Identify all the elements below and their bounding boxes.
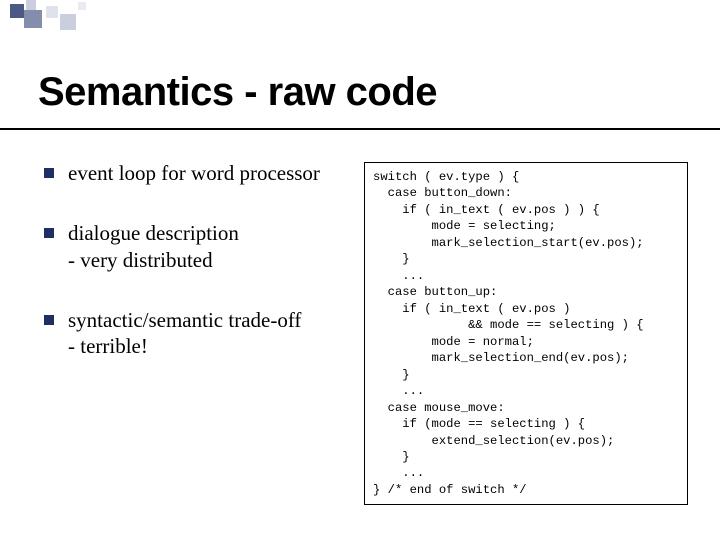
list-item: dialogue description- very distributed (44, 220, 354, 273)
bullet-icon (44, 315, 54, 325)
title-underline (0, 128, 720, 130)
bullet-icon (44, 168, 54, 178)
list-item-text: syntactic/semantic trade-off- terrible! (68, 307, 301, 360)
content-area: event loop for word processor dialogue d… (44, 160, 692, 520)
decor-square (46, 6, 58, 18)
decor-square (24, 10, 42, 28)
decor-square (10, 4, 24, 18)
bullet-icon (44, 228, 54, 238)
slide: Semantics - raw code event loop for word… (0, 0, 720, 540)
list-item: syntactic/semantic trade-off- terrible! (44, 307, 354, 360)
code-box: switch ( ev.type ) { case button_down: i… (364, 162, 688, 505)
decor-square (78, 2, 86, 10)
list-item: event loop for word processor (44, 160, 354, 186)
list-item-text: event loop for word processor (68, 160, 320, 186)
list-item-text: dialogue description- very distributed (68, 220, 239, 273)
slide-title: Semantics - raw code (38, 70, 437, 115)
corner-decoration (0, 0, 120, 30)
code-snippet: switch ( ev.type ) { case button_down: i… (373, 169, 679, 498)
decor-square (26, 0, 36, 10)
bullet-list: event loop for word processor dialogue d… (44, 160, 354, 393)
decor-square (60, 14, 76, 30)
